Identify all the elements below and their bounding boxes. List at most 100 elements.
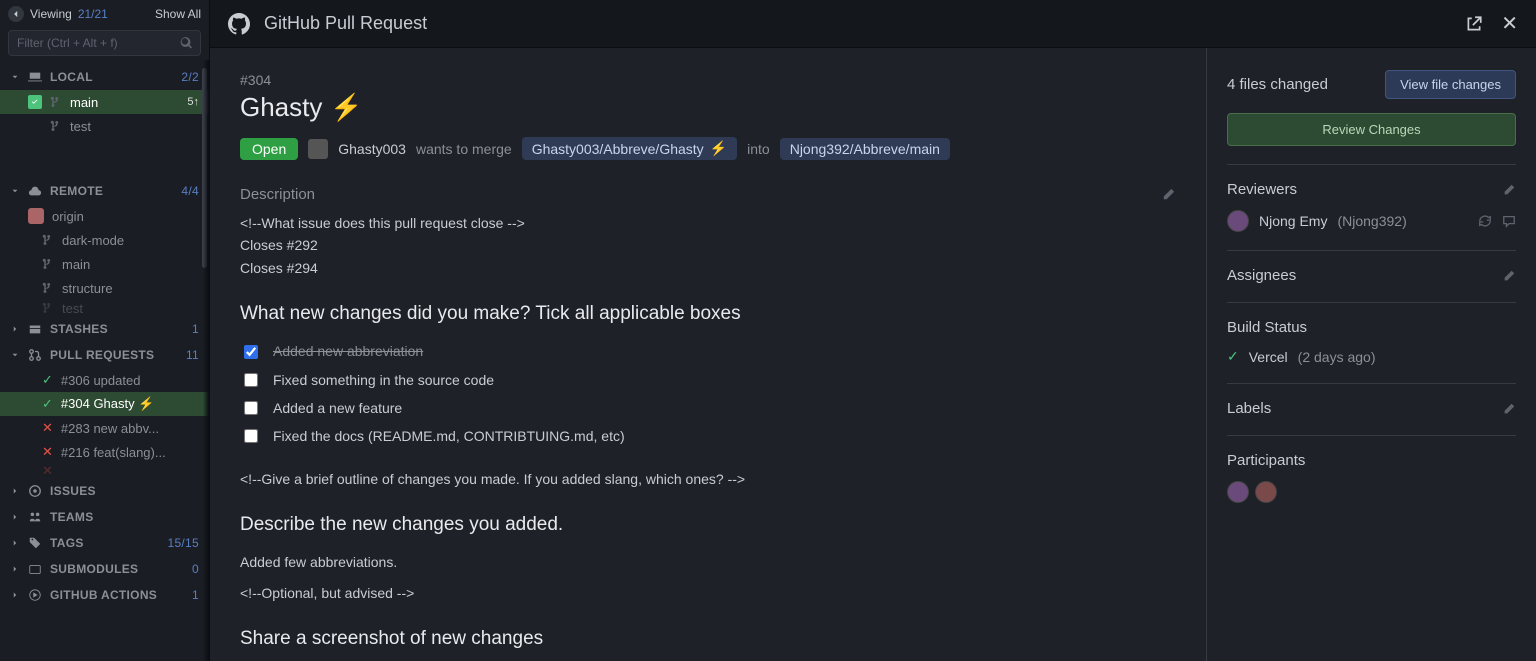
checkbox[interactable] (244, 345, 258, 359)
section-prs[interactable]: PULL REQUESTS 11 (0, 342, 209, 368)
checkbox[interactable] (244, 401, 258, 415)
author-name[interactable]: Ghasty003 (338, 141, 406, 157)
description-heading: Description (240, 186, 315, 203)
branch-label: test (62, 301, 199, 316)
branch-test[interactable]: test (0, 114, 209, 138)
checkbox-label: Added a new feature (273, 398, 402, 418)
checkbox[interactable] (244, 373, 258, 387)
comment-icon[interactable] (1502, 214, 1516, 228)
status-badge: Open (240, 138, 298, 160)
bolt-icon: ⚡ (138, 396, 154, 411)
pr-item[interactable]: ✓ #306 updated (0, 368, 209, 392)
bolt-icon: ⚡ (330, 92, 362, 123)
avatar-icon (1227, 210, 1249, 232)
branch-icon (42, 258, 54, 270)
x-icon: ✕ (42, 464, 53, 478)
section-remote[interactable]: REMOTE 4/4 (0, 178, 209, 204)
pr-label: #216 feat(slang)... (61, 445, 199, 460)
section-issues[interactable]: ISSUES (0, 478, 209, 504)
source-branch-tag[interactable]: Ghasty003/Abbreve/Ghasty⚡ (522, 137, 737, 160)
section-actions[interactable]: GITHUB ACTIONS 1 (0, 582, 209, 608)
view-file-changes-button[interactable]: View file changes (1385, 70, 1516, 99)
build-name: Vercel (1249, 349, 1288, 365)
changes-heading: What new changes did you make? Tick all … (240, 300, 1176, 328)
merge-text: wants to merge (416, 141, 512, 157)
pr-label: #304 Ghasty ⚡ (61, 396, 199, 412)
viewing-label: Viewing (30, 7, 72, 21)
close-icon[interactable]: ✕ (1501, 15, 1518, 33)
into-text: into (747, 141, 770, 157)
section-stashes[interactable]: STASHES 1 (0, 316, 209, 342)
avatar-icon[interactable] (1227, 481, 1249, 503)
pr-item[interactable]: ✕ (0, 464, 209, 478)
edit-icon[interactable] (1502, 269, 1516, 283)
remote-branch[interactable]: main (0, 252, 209, 276)
branch-icon (50, 96, 62, 108)
branch-main[interactable]: main 5↑ (0, 90, 209, 114)
submodules-icon (28, 562, 42, 576)
filter-input[interactable] (8, 30, 201, 56)
remote-branch[interactable]: dark-mode (0, 228, 209, 252)
checkbox-label: Fixed the docs (README.md, CONTRIBTUING.… (273, 426, 625, 446)
section-submodules[interactable]: SUBMODULES 0 (0, 556, 209, 582)
branch-label: dark-mode (62, 233, 199, 248)
pr-item-active[interactable]: ✓ #304 Ghasty ⚡ (0, 392, 209, 416)
section-tags[interactable]: TAGS 15/15 (0, 530, 209, 556)
pr-number: #304 (240, 72, 1176, 88)
checkbox-row: Fixed something in the source code (240, 370, 1176, 390)
check-icon: ✓ (1227, 348, 1239, 365)
panel-header: GitHub Pull Request ✕ (210, 0, 1536, 48)
back-button[interactable] (8, 6, 24, 22)
edit-icon[interactable] (1502, 183, 1516, 197)
section-label: STASHES (50, 322, 108, 336)
build-row: ✓ Vercel (2 days ago) (1227, 348, 1516, 365)
remote-origin[interactable]: origin (0, 204, 209, 228)
target-branch-tag[interactable]: Njong392/Abbreve/main (780, 138, 950, 160)
labels-heading: Labels (1227, 400, 1271, 417)
section-count: 0 (192, 562, 199, 576)
checked-icon (28, 95, 42, 109)
edit-icon[interactable] (1502, 402, 1516, 416)
section-count: 2/2 (181, 70, 199, 84)
edit-description-icon[interactable] (1161, 187, 1176, 202)
pr-item[interactable]: ✕ #283 new abbv... (0, 416, 209, 440)
left-sidebar: Viewing 21/21 Show All LOCAL 2/2 (0, 0, 210, 661)
check-icon: ✓ (42, 372, 53, 388)
build-status-heading: Build Status (1227, 319, 1307, 336)
reviewer-name: Njong Emy (1259, 213, 1327, 229)
reviewer-row[interactable]: Njong Emy (Njong392) (1227, 210, 1516, 232)
desc-line: <!--What issue does this pull request cl… (240, 213, 1176, 233)
pr-item[interactable]: ✕ #216 feat(slang)... (0, 440, 209, 464)
section-label: SUBMODULES (50, 562, 138, 576)
desc-line: Closes #294 (240, 258, 1176, 278)
checkbox-label: Added new abbreviation (273, 341, 423, 361)
section-local[interactable]: LOCAL 2/2 (0, 64, 209, 90)
section-label: REMOTE (50, 184, 103, 198)
assignees-heading: Assignees (1227, 267, 1296, 284)
participants-row (1227, 481, 1516, 503)
screenshot-heading: Share a screenshot of new changes (240, 625, 1176, 653)
desc-line: <!--Give a brief outline of changes you … (240, 469, 1176, 489)
desc-line: Closes #292 (240, 235, 1176, 255)
desc-line: Added few abbreviations. (240, 552, 1176, 572)
section-count: 1 (192, 588, 199, 602)
refresh-icon[interactable] (1478, 214, 1492, 228)
files-changed-text: 4 files changed (1227, 76, 1328, 93)
desc-line: <!--Optional, but advised --> (240, 583, 1176, 603)
checkbox[interactable] (244, 429, 258, 443)
x-icon: ✕ (42, 444, 53, 460)
branch-label: test (70, 119, 199, 134)
review-changes-button[interactable]: Review Changes (1227, 113, 1516, 146)
open-external-icon[interactable] (1465, 15, 1483, 33)
remote-branch[interactable]: test (0, 300, 209, 316)
show-all-link[interactable]: Show All (155, 7, 201, 21)
avatar-icon[interactable] (1255, 481, 1277, 503)
checkbox-row: Added new abbreviation (240, 341, 1176, 361)
participants-heading: Participants (1227, 452, 1305, 469)
sidebar-scrollbar[interactable] (202, 68, 207, 268)
section-label: LOCAL (50, 70, 93, 84)
section-label: TEAMS (50, 510, 94, 524)
section-teams[interactable]: TEAMS (0, 504, 209, 530)
branch-label: main (70, 95, 179, 110)
remote-branch[interactable]: structure (0, 276, 209, 300)
